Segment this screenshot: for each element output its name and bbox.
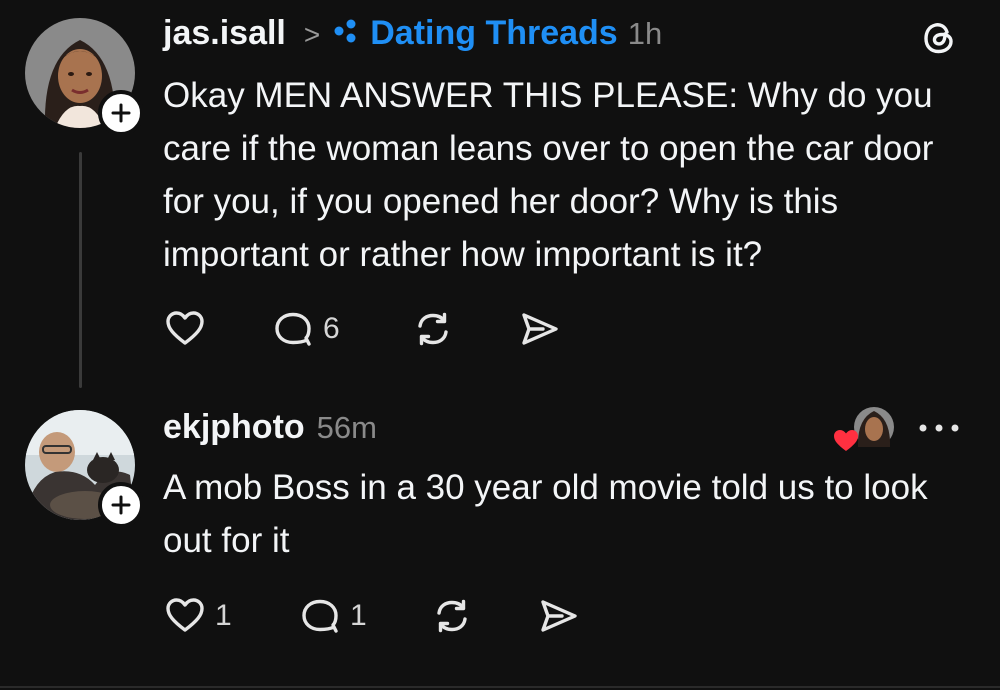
topic-link[interactable]: Dating Threads	[370, 14, 617, 53]
share-button[interactable]	[517, 307, 561, 351]
chevron-right-icon: >	[303, 19, 321, 50]
thread-connector-line	[79, 152, 82, 388]
share-button[interactable]	[536, 594, 580, 638]
reply-count: 6	[323, 312, 340, 345]
post-timestamp: 1h	[627, 16, 663, 51]
like-button[interactable]	[163, 307, 271, 351]
reply-button[interactable]: 6	[271, 307, 411, 351]
topic-dots-icon	[332, 18, 362, 44]
reply-text: A mob Boss in a 30 year old movie told u…	[163, 468, 928, 560]
original-post: jas.isall > Dating Threads 1h Okay MEN A…	[0, 0, 1000, 400]
like-button[interactable]: 1	[163, 594, 298, 638]
reply-header: ekjphoto 56m	[163, 408, 377, 447]
post-username[interactable]: jas.isall	[163, 14, 286, 53]
follow-plus-button[interactable]	[98, 482, 144, 528]
reply-button[interactable]: 1	[298, 594, 430, 638]
liked-by-author-indicator	[834, 407, 894, 451]
post-header: jas.isall > Dating Threads 1h	[163, 14, 662, 53]
like-count: 1	[215, 599, 232, 632]
heart-icon	[166, 598, 204, 632]
reply-timestamp: 56m	[316, 410, 377, 445]
reply-actions: 1 1	[163, 592, 580, 640]
repost-icon	[418, 312, 448, 346]
reply-count: 1	[350, 599, 367, 632]
comment-bubble-icon	[275, 312, 311, 346]
repost-icon	[437, 599, 467, 633]
repost-button[interactable]	[411, 307, 517, 351]
divider	[0, 686, 1000, 688]
follow-plus-button[interactable]	[98, 90, 144, 136]
more-horizontal-icon[interactable]	[916, 418, 962, 438]
threads-logo-icon[interactable]	[920, 18, 960, 58]
reply-username[interactable]: ekjphoto	[163, 408, 305, 447]
plus-icon	[111, 103, 131, 123]
heart-icon	[166, 311, 204, 345]
repost-button[interactable]	[430, 594, 536, 638]
comment-bubble-icon	[302, 599, 338, 633]
post-text: Okay MEN ANSWER THIS PLEASE: Why do you …	[163, 76, 934, 274]
plus-icon	[111, 495, 131, 515]
share-send-icon	[541, 600, 577, 632]
post-actions: 6	[163, 305, 561, 353]
share-send-icon	[522, 313, 558, 345]
